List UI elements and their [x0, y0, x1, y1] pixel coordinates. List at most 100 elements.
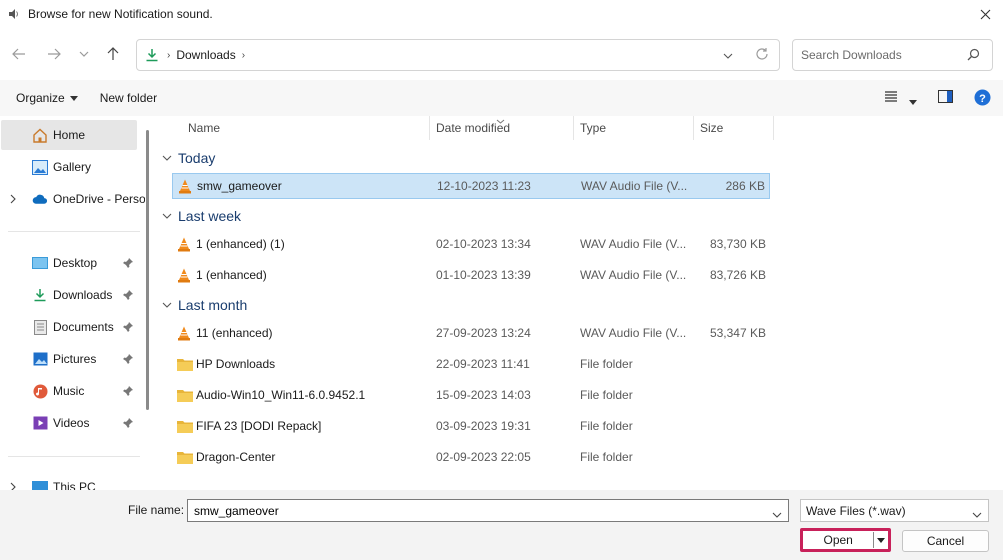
search-box[interactable] [792, 39, 993, 71]
close-icon [980, 9, 990, 19]
file-type: File folder [580, 450, 633, 464]
file-name-input[interactable] [188, 500, 758, 521]
close-button[interactable] [967, 0, 1003, 28]
file-row[interactable]: smw_gameover 12-10-2023 11:23 WAV Audio … [172, 173, 770, 199]
file-date: 27-09-2023 13:24 [436, 326, 531, 340]
sidebar-item-desktop[interactable]: Desktop [0, 248, 140, 278]
address-bar[interactable]: › Downloads › [136, 39, 780, 71]
back-button[interactable] [4, 39, 34, 69]
group-label: Last month [178, 297, 248, 313]
sidebar-item-label: Pictures [53, 352, 97, 366]
open-options-dropdown[interactable] [874, 537, 888, 543]
chevron-right-icon[interactable] [10, 193, 16, 207]
file-name-combobox[interactable] [187, 499, 789, 522]
vlc-icon [177, 236, 193, 252]
folder-row[interactable]: HP Downloads 22-09-2023 11:41 File folde… [172, 351, 770, 377]
column-name[interactable]: Name [182, 116, 430, 140]
file-size: 83,726 KB [709, 268, 766, 282]
file-type: File folder [580, 388, 633, 402]
file-date: 15-09-2023 14:03 [436, 388, 531, 402]
arrow-left-icon [12, 48, 25, 60]
search-input[interactable] [793, 40, 963, 70]
cancel-button[interactable]: Cancel [902, 530, 989, 552]
file-name: Audio-Win10_Win11-6.0.9452.1 [196, 388, 366, 402]
group-label: Today [178, 150, 216, 166]
file-type: WAV Audio File (V... [580, 326, 687, 340]
file-name: smw_gameover [197, 179, 282, 193]
navigation-bar: › Downloads › [0, 28, 1003, 80]
file-name: HP Downloads [196, 357, 276, 371]
organize-button[interactable]: Organize [16, 91, 78, 105]
help-icon[interactable]: ? [974, 89, 991, 109]
group-header-last-week[interactable]: Last week [162, 204, 241, 228]
file-row[interactable]: 1 (enhanced) (1) 02-10-2023 13:34 WAV Au… [172, 231, 770, 257]
address-history-dropdown[interactable] [723, 48, 733, 62]
file-type: WAV Audio File (V... [580, 268, 687, 282]
file-date: 12-10-2023 11:23 [437, 179, 531, 193]
arrow-right-icon [48, 48, 61, 60]
vlc-icon [177, 267, 193, 283]
command-bar: Organize New folder ? [0, 80, 1003, 116]
pin-icon[interactable] [123, 257, 133, 271]
vlc-icon [178, 178, 194, 194]
folder-icon [177, 387, 193, 403]
column-size[interactable]: Size [694, 116, 774, 140]
sidebar-item-home[interactable]: Home [1, 120, 137, 150]
sidebar-item-videos[interactable]: Videos [0, 408, 140, 438]
sidebar-item-gallery[interactable]: Gallery [0, 152, 140, 182]
chevron-down-icon[interactable] [772, 507, 782, 521]
file-size: 83,730 KB [709, 237, 766, 251]
file-name: 11 (enhanced) [196, 326, 273, 340]
title-bar: Browse for new Notification sound. [0, 0, 1003, 28]
sidebar-item-pictures[interactable]: Pictures [0, 344, 140, 374]
sidebar-item-label: This PC [53, 480, 96, 490]
sidebar-item-this-pc[interactable]: This PC [0, 472, 140, 490]
folder-row[interactable]: FIFA 23 [DODI Repack] 03-09-2023 19:31 F… [172, 413, 770, 439]
gallery-icon [32, 159, 48, 175]
chevron-right-icon: › [167, 49, 171, 61]
chevron-right-icon[interactable]: › [242, 50, 245, 61]
chevron-down-icon [162, 302, 172, 308]
file-type-select[interactable]: Wave Files (*.wav) [800, 499, 989, 522]
sidebar-item-label: Desktop [53, 256, 98, 270]
file-row[interactable]: 1 (enhanced) 01-10-2023 13:39 WAV Audio … [172, 262, 770, 288]
open-button[interactable]: Open [800, 528, 891, 552]
pin-icon[interactable] [123, 321, 133, 335]
sidebar-scrollbar[interactable] [146, 130, 149, 410]
sidebar-item-downloads[interactable]: Downloads [0, 280, 140, 310]
up-button[interactable] [98, 39, 128, 69]
sidebar-divider [8, 456, 140, 457]
sidebar-item-music[interactable]: Music [0, 376, 140, 406]
document-icon [32, 319, 48, 335]
pin-icon[interactable] [123, 385, 133, 399]
group-header-today[interactable]: Today [162, 146, 215, 170]
file-row[interactable]: 11 (enhanced) 27-09-2023 13:24 WAV Audio… [172, 320, 770, 346]
breadcrumb-downloads[interactable]: Downloads [176, 48, 235, 62]
new-folder-button[interactable]: New folder [100, 91, 157, 105]
recent-locations-button[interactable] [69, 39, 99, 69]
folder-row[interactable]: Audio-Win10_Win11-6.0.9452.1 15-09-2023 … [172, 382, 770, 408]
forward-button[interactable] [39, 39, 69, 69]
folder-row[interactable]: Dragon-Center 02-09-2023 22:05 File fold… [172, 444, 770, 470]
sidebar-item-onedrive[interactable]: OneDrive - Perso [0, 184, 145, 214]
column-type[interactable]: Type [574, 116, 694, 140]
speaker-icon [8, 7, 22, 21]
column-date-modified[interactable]: Date modified [430, 116, 574, 140]
chevron-right-icon[interactable] [10, 481, 16, 490]
arrow-up-icon [107, 47, 119, 60]
view-options-dropdown[interactable] [909, 94, 917, 108]
sidebar-item-label: OneDrive - Perso [53, 192, 145, 206]
file-type: WAV Audio File (V... [580, 237, 687, 251]
sidebar-item-documents[interactable]: Documents [0, 312, 140, 342]
refresh-button[interactable] [755, 47, 769, 64]
pin-icon[interactable] [123, 289, 133, 303]
group-header-last-month[interactable]: Last month [162, 293, 247, 317]
pin-icon[interactable] [123, 353, 133, 367]
search-icon[interactable] [967, 48, 980, 64]
desktop-icon [32, 255, 48, 271]
preview-pane-icon[interactable] [938, 90, 953, 106]
view-details-icon[interactable] [884, 90, 898, 105]
pin-icon[interactable] [123, 417, 133, 431]
file-date: 03-09-2023 19:31 [436, 419, 531, 433]
chevron-down-icon [972, 507, 982, 521]
